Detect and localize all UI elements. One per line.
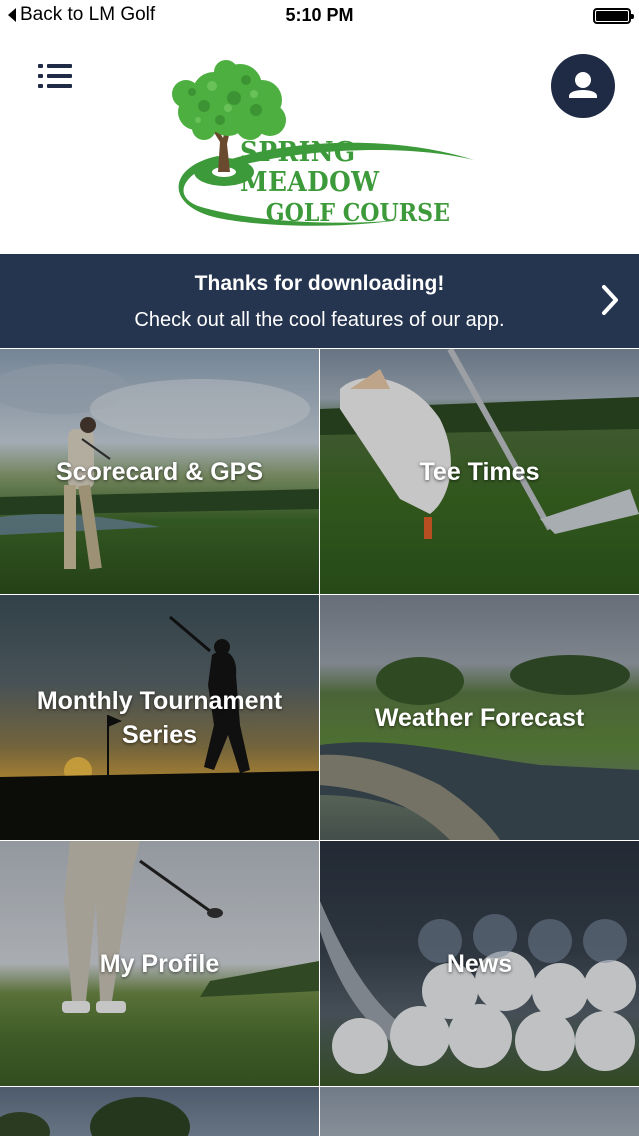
tile-news[interactable]: News <box>320 841 639 1086</box>
tile-tee-times[interactable]: Tee Times <box>320 349 639 594</box>
tile-my-profile[interactable]: My Profile <box>0 841 319 1086</box>
profile-button[interactable] <box>551 54 615 118</box>
feature-grid: Scorecard & GPS Tee Times Monthly Tourna… <box>0 349 639 1136</box>
tile-label: Tee Times <box>419 457 540 486</box>
tile-partial-right[interactable] <box>320 1087 639 1136</box>
tile-weather-forecast[interactable]: Weather Forecast <box>320 595 639 840</box>
user-icon <box>569 72 597 98</box>
app-header: SPRING MEADOW GOLF COURSE <box>0 32 639 254</box>
battery-icon <box>593 8 634 24</box>
tile-label: My Profile <box>99 949 220 978</box>
banner-subtitle: Check out all the cool features of our a… <box>134 309 505 331</box>
tile-label: News <box>446 949 513 978</box>
menu-button[interactable] <box>38 62 74 92</box>
logo-line-2: GOLF COURSE <box>265 198 450 227</box>
tile-scorecard-gps[interactable]: Scorecard & GPS <box>0 349 319 594</box>
tile-partial-left[interactable] <box>0 1087 319 1136</box>
status-bar: Back to LM Golf 5:10 PM <box>0 0 639 32</box>
logo-line-1: SPRING MEADOW <box>240 137 380 198</box>
banner-title: Thanks for downloading! <box>194 272 445 295</box>
course-name: SPRING MEADOW GOLF COURSE <box>240 138 480 228</box>
welcome-banner[interactable]: Thanks for downloading! Check out all th… <box>0 254 639 348</box>
tile-monthly-tournament[interactable]: Monthly Tournament Series <box>0 595 319 840</box>
status-time: 5:10 PM <box>285 5 354 25</box>
tile-label: Monthly Tournament Series <box>36 686 283 749</box>
tile-label: Scorecard & GPS <box>55 457 264 486</box>
tile-label: Weather Forecast <box>374 703 585 732</box>
chevron-right-icon <box>602 285 618 315</box>
